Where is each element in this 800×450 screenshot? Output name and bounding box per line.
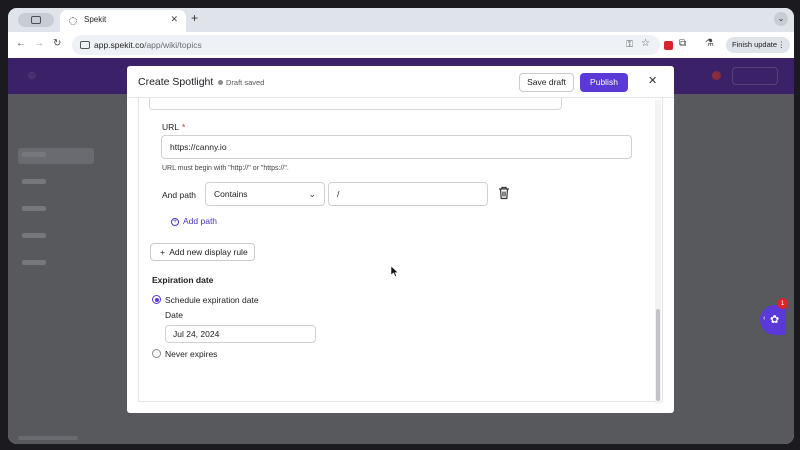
app-logo: ◎ (28, 70, 36, 80)
bookmark-star-icon[interactable]: ☆ (641, 38, 650, 49)
previous-field[interactable] (149, 98, 562, 110)
radio-never[interactable] (152, 349, 161, 358)
date-input[interactable]: Jul 24, 2024 (165, 325, 316, 343)
chevron-down-icon: ⌄ (308, 189, 316, 199)
menu-dots-icon: ⋮ (777, 40, 786, 49)
sidebar-item (18, 148, 94, 164)
sidebar-item (18, 256, 94, 272)
path-input[interactable]: / (328, 182, 488, 206)
url-label-text: URL (162, 122, 180, 132)
address-url: app.spekit.co/app/wiki/topics (94, 40, 202, 50)
sidebar-item (18, 175, 94, 191)
path-operator-value: Contains (214, 189, 248, 199)
add-display-rule-button[interactable]: + Add new display rule (150, 243, 255, 261)
publish-button[interactable]: Publish (580, 73, 628, 92)
extension-red-icon[interactable] (664, 41, 673, 50)
header-button (732, 67, 778, 85)
scrollbar-thumb[interactable] (656, 309, 660, 401)
labs-icon[interactable]: ⚗ (705, 38, 714, 49)
window-icon (31, 16, 41, 24)
header-badge (712, 71, 721, 80)
required-mark: * (182, 122, 186, 132)
expiration-label: Expiration date (152, 275, 214, 285)
notification-badge: 1 (777, 298, 788, 309)
url-path: /app/wiki/topics (144, 40, 202, 50)
never-option-label[interactable]: Never expires (165, 349, 217, 359)
add-path-link[interactable]: + Add path (171, 216, 217, 226)
password-key-icon[interactable]: ⚿ (626, 39, 633, 50)
url-host: app.spekit.co (94, 40, 145, 50)
add-path-label: Add path (183, 216, 218, 226)
radio-schedule[interactable] (152, 295, 161, 304)
modal-header: Create Spotlight Draft saved Save draft … (127, 66, 674, 98)
path-operator-select[interactable]: Contains ⌄ (205, 182, 325, 206)
forward-button[interactable]: → (34, 38, 44, 49)
url-hint: URL must begin with "http://" or "https:… (162, 165, 289, 172)
tab-title: Spekit (84, 15, 107, 24)
add-rule-label: Add new display rule (169, 247, 248, 257)
schedule-option-label[interactable]: Schedule expiration date (165, 295, 259, 305)
finish-update-button[interactable]: Finish update ⋮ (726, 37, 790, 53)
tab-menu-button[interactable]: ⌄ (774, 12, 788, 26)
date-label: Date (165, 310, 183, 320)
create-spotlight-modal: Create Spotlight Draft saved Save draft … (127, 66, 674, 413)
save-draft-button[interactable]: Save draft (519, 73, 574, 92)
status-dot-icon (218, 80, 223, 85)
browser-tab[interactable]: Spekit ✕ (60, 10, 186, 32)
plus-icon: + (160, 247, 165, 257)
modal-body: URL * https://canny.io URL must begin wit… (138, 98, 663, 402)
path-label: And path (162, 190, 197, 200)
spekit-favicon-icon (69, 17, 77, 25)
browser-toolbar: ← → ↻ app.spekit.co/app/wiki/topics ⚿ ☆ … (8, 32, 794, 58)
modal-title: Create Spotlight (138, 76, 214, 88)
extensions-puzzle-icon[interactable]: ⧉ (679, 38, 686, 49)
close-icon[interactable]: ✕ (648, 74, 657, 87)
url-input[interactable]: https://canny.io (161, 135, 632, 159)
back-button[interactable]: ← (16, 38, 26, 49)
footer-text (18, 436, 78, 440)
sidebar-item (18, 229, 94, 245)
finish-update-label: Finish update (732, 40, 778, 49)
plus-icon: + (171, 217, 179, 226)
spekit-widget-icon: ✿ (770, 314, 780, 326)
new-tab-button[interactable]: + (191, 11, 198, 25)
address-bar[interactable]: app.spekit.co/app/wiki/topics ⚿ ☆ (72, 35, 660, 55)
mouse-cursor-icon (391, 266, 399, 277)
draft-status: Draft saved (226, 78, 265, 87)
tab-strip: Spekit ✕ + ⌄ (8, 8, 794, 32)
reload-button[interactable]: ↻ (53, 38, 61, 49)
spekit-widget-button[interactable]: ‹ ✿ (760, 305, 786, 335)
site-info-icon[interactable] (80, 41, 90, 49)
sidebar-item (18, 202, 94, 218)
tab-close-icon[interactable]: ✕ (170, 14, 178, 25)
trash-icon[interactable] (498, 186, 510, 200)
chevron-left-icon: ‹ (763, 315, 766, 322)
url-label: URL * (162, 122, 185, 132)
tab-search-button[interactable] (18, 13, 54, 27)
